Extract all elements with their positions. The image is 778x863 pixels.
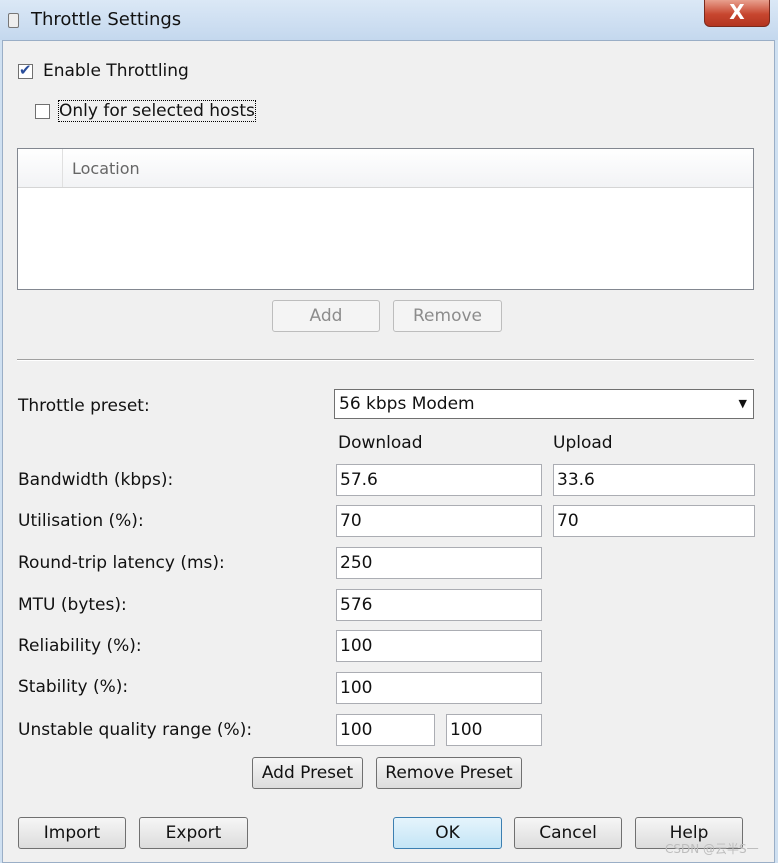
only-selected-hosts-label: Only for selected hosts (58, 100, 256, 122)
check-icon: ✔ (19, 61, 32, 79)
preset-value: 56 kbps Modem (339, 394, 475, 414)
export-button[interactable]: Export (139, 817, 248, 849)
bandwidth-download-input[interactable]: 57.6 (336, 464, 542, 496)
column-separator (62, 149, 63, 187)
only-selected-hosts-checkbox[interactable] (35, 104, 50, 119)
mtu-label: MTU (bytes): (18, 595, 127, 615)
stability-label: Stability (%): (18, 677, 129, 697)
hosts-table[interactable]: Location (17, 148, 754, 290)
latency-label: Round-trip latency (ms): (18, 553, 225, 573)
cancel-button[interactable]: Cancel (514, 817, 622, 849)
reliability-label: Reliability (%): (18, 636, 142, 656)
table-header: Location (18, 149, 753, 188)
utilisation-upload-input[interactable]: 70 (553, 505, 755, 537)
ok-button[interactable]: OK (393, 817, 502, 849)
remove-preset-button[interactable]: Remove Preset (376, 757, 522, 789)
stability-input[interactable]: 100 (336, 672, 542, 704)
unstable-range-min-input[interactable]: 100 (336, 714, 435, 746)
enable-throttling-checkbox[interactable]: ✔ (18, 61, 33, 79)
remove-host-button[interactable]: Remove (393, 300, 502, 332)
title-bar: Throttle Settings X (0, 0, 778, 40)
divider (17, 359, 754, 361)
throttle-preset-select[interactable]: 56 kbps Modem ▼ (334, 389, 754, 419)
download-column-label: Download (338, 433, 423, 453)
dropdown-arrow-icon[interactable]: ▼ (739, 390, 747, 418)
column-header-location[interactable]: Location (72, 159, 140, 178)
upload-column-label: Upload (553, 433, 613, 453)
utilisation-download-input[interactable]: 70 (336, 505, 542, 537)
utilisation-label: Utilisation (%): (18, 511, 144, 531)
add-preset-button[interactable]: Add Preset (252, 757, 363, 789)
close-button[interactable]: X (704, 0, 770, 27)
bandwidth-label: Bandwidth (kbps): (18, 470, 174, 490)
watermark: CSDN @云半S一 (665, 842, 759, 856)
enable-throttling-label: Enable Throttling (43, 61, 189, 81)
mtu-input[interactable]: 576 (336, 589, 542, 621)
latency-input[interactable]: 250 (336, 547, 542, 579)
app-icon (8, 13, 19, 28)
reliability-input[interactable]: 100 (336, 630, 542, 662)
import-button[interactable]: Import (18, 817, 126, 849)
unstable-range-max-input[interactable]: 100 (446, 714, 542, 746)
window-title: Throttle Settings (31, 9, 182, 30)
throttle-preset-label: Throttle preset: (18, 396, 150, 416)
add-host-button[interactable]: Add (272, 300, 380, 332)
unstable-range-label: Unstable quality range (%): (18, 720, 253, 740)
bandwidth-upload-input[interactable]: 33.6 (553, 464, 755, 496)
